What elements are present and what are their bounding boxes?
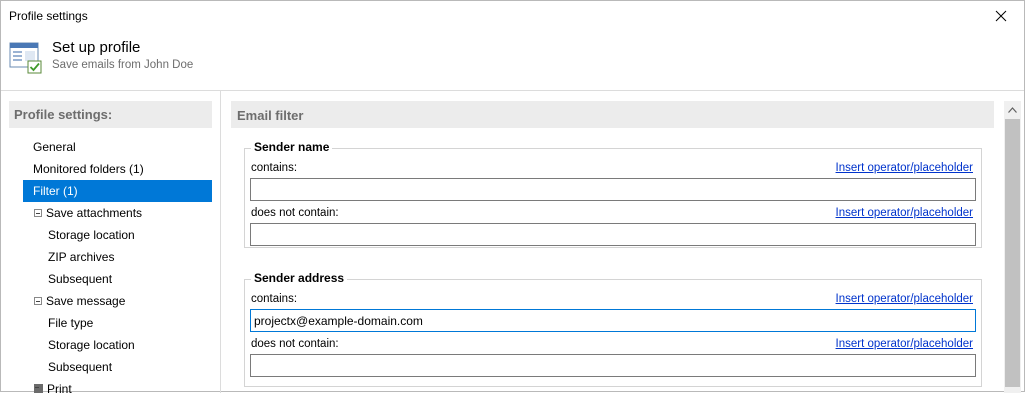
sidebar-item-label: Print: [47, 382, 72, 396]
sidebar-item-label: General: [33, 140, 76, 154]
main-content: Email filter Sender name contains: Inser…: [231, 101, 995, 393]
vertical-scrollbar[interactable]: [1004, 101, 1021, 393]
sidebar-item-label: Storage location: [48, 228, 135, 242]
sender-address-not-contains-input[interactable]: [250, 354, 976, 377]
profile-settings-window: Profile settings Set up profile Save ema…: [0, 0, 1025, 396]
sender-name-group: Sender name contains: Insert operator/pl…: [244, 140, 982, 248]
contains-label: contains:: [251, 293, 298, 305]
group-title: Sender name: [251, 140, 333, 154]
sidebar-item-label: Subsequent: [48, 272, 113, 286]
sidebar-item-message-subsequent[interactable]: Subsequent: [23, 356, 212, 378]
scroll-up-button[interactable]: [1004, 101, 1021, 118]
sidebar-item-label: Monitored folders (1): [33, 162, 144, 176]
dialog-header: Set up profile Save emails from John Doe: [1, 31, 1024, 91]
title-bar: Profile settings: [1, 1, 1024, 31]
sidebar-item-label: ZIP archives: [48, 250, 115, 264]
collapse-icon[interactable]: [34, 209, 42, 217]
sidebar-item-filter[interactable]: Filter (1): [23, 180, 212, 202]
not-contains-label: does not contain:: [251, 207, 339, 219]
sidebar: Profile settings: General Monitored fold…: [1, 91, 221, 396]
contains-label: contains:: [251, 162, 298, 174]
window-title: Profile settings: [9, 9, 88, 23]
close-icon: [995, 10, 1007, 22]
sender-name-contains-input[interactable]: [250, 178, 976, 201]
sidebar-item-label: File type: [48, 316, 94, 330]
chevron-up-icon: [1008, 106, 1017, 113]
sidebar-item-message-storage-location[interactable]: Storage location: [23, 334, 212, 356]
insert-operator-link[interactable]: Insert operator/placeholder: [836, 207, 973, 219]
sidebar-heading: Profile settings:: [9, 101, 212, 128]
header-title: Set up profile: [52, 39, 141, 56]
group-title: Sender address: [251, 271, 348, 285]
sidebar-item-zip-archives[interactable]: ZIP archives: [23, 246, 212, 268]
sidebar-item-label: Save message: [46, 294, 126, 308]
sidebar-item-save-message[interactable]: Save message: [23, 290, 212, 312]
collapse-icon[interactable]: [34, 297, 42, 305]
section-heading: Email filter: [231, 101, 994, 128]
sidebar-item-label: Subsequent: [48, 360, 113, 374]
not-contains-label: does not contain:: [251, 338, 339, 350]
sidebar-item-file-type[interactable]: File type: [23, 312, 212, 334]
close-button[interactable]: [978, 1, 1024, 31]
sender-address-group: Sender address contains: Insert operator…: [244, 271, 982, 387]
insert-operator-link[interactable]: Insert operator/placeholder: [836, 338, 973, 350]
sidebar-item-general[interactable]: General: [23, 136, 212, 158]
header-subtitle: Save emails from John Doe: [52, 59, 194, 71]
sender-name-not-contains-input[interactable]: [250, 223, 976, 246]
sidebar-item-save-attachments[interactable]: Save attachments: [23, 202, 212, 224]
sidebar-item-attachments-storage-location[interactable]: Storage location: [23, 224, 212, 246]
scrollbar-thumb[interactable]: [1005, 119, 1020, 387]
sidebar-item-print[interactable]: Print: [23, 378, 212, 400]
sidebar-item-label: Storage location: [48, 338, 135, 352]
sidebar-item-attachments-subsequent[interactable]: Subsequent: [23, 268, 212, 290]
settings-nav-tree: General Monitored folders (1) Filter (1)…: [23, 136, 212, 400]
sender-address-contains-input[interactable]: [250, 309, 976, 332]
sidebar-item-label: Save attachments: [46, 206, 143, 220]
insert-operator-link[interactable]: Insert operator/placeholder: [836, 293, 973, 305]
profile-settings-icon: [9, 42, 42, 74]
sidebar-item-label: Filter (1): [33, 184, 78, 198]
sidebar-item-monitored-folders[interactable]: Monitored folders (1): [23, 158, 212, 180]
insert-operator-link[interactable]: Insert operator/placeholder: [836, 162, 973, 174]
